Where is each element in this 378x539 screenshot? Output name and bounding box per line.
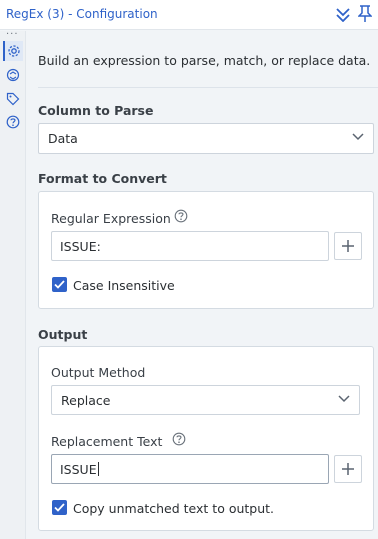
regular-expression-label: Regular Expression bbox=[51, 211, 171, 226]
help-icon[interactable] bbox=[3, 112, 23, 132]
help-icon[interactable] bbox=[172, 432, 186, 446]
title-bar: RegEx (3) - Configuration bbox=[0, 0, 378, 30]
text-caret bbox=[97, 462, 99, 476]
replacement-text-value: ISSUE bbox=[60, 462, 97, 477]
add-regex-button[interactable] bbox=[334, 232, 362, 260]
regex-input[interactable]: ISSUE: bbox=[51, 231, 329, 261]
output-method-label: Output Method bbox=[51, 365, 146, 380]
column-to-parse-label: Column to Parse bbox=[38, 103, 154, 118]
more-icon[interactable]: ··· bbox=[6, 30, 20, 40]
help-icon[interactable] bbox=[174, 209, 188, 223]
intro-text: Build an expression to parse, match, or … bbox=[38, 53, 371, 68]
left-rail: ··· bbox=[0, 30, 26, 539]
chevron-down-icon[interactable] bbox=[336, 6, 350, 22]
case-insensitive-label: Case Insensitive bbox=[73, 278, 175, 293]
settings-icon[interactable] bbox=[3, 41, 23, 61]
output-method-select[interactable]: Replace bbox=[51, 385, 360, 415]
divider bbox=[38, 87, 378, 88]
checkmark-icon bbox=[54, 280, 65, 289]
plus-icon bbox=[342, 463, 354, 475]
replacement-text-value-wrap: ISSUE bbox=[60, 462, 99, 477]
convert-icon[interactable] bbox=[3, 65, 23, 85]
column-to-parse-value: Data bbox=[48, 131, 78, 146]
chevron-down-icon bbox=[352, 133, 364, 141]
replacement-text-input[interactable]: ISSUE bbox=[51, 454, 329, 484]
checkmark-icon bbox=[54, 503, 65, 512]
copy-unmatched-label: Copy unmatched text to output. bbox=[73, 501, 275, 516]
regex-input-value: ISSUE: bbox=[60, 239, 101, 254]
column-to-parse-select[interactable]: Data bbox=[38, 123, 374, 154]
format-card: Regular Expression ISSUE: Case Insensiti… bbox=[38, 191, 374, 309]
configuration-panel: Build an expression to parse, match, or … bbox=[27, 31, 378, 539]
plus-icon bbox=[342, 240, 354, 252]
output-method-value: Replace bbox=[61, 393, 111, 408]
tag-icon[interactable] bbox=[3, 89, 23, 109]
add-replacement-button[interactable] bbox=[334, 455, 362, 483]
copy-unmatched-checkbox[interactable] bbox=[52, 500, 67, 515]
chevron-down-icon bbox=[338, 395, 350, 403]
format-to-convert-label: Format to Convert bbox=[38, 171, 167, 186]
output-card: Output Method Replace Replacement Text I… bbox=[38, 346, 374, 531]
pin-icon[interactable] bbox=[358, 5, 372, 23]
case-insensitive-checkbox[interactable] bbox=[52, 277, 67, 292]
window-title: RegEx (3) - Configuration bbox=[6, 7, 158, 21]
replacement-text-label: Replacement Text bbox=[51, 434, 163, 449]
output-label: Output bbox=[38, 327, 88, 342]
